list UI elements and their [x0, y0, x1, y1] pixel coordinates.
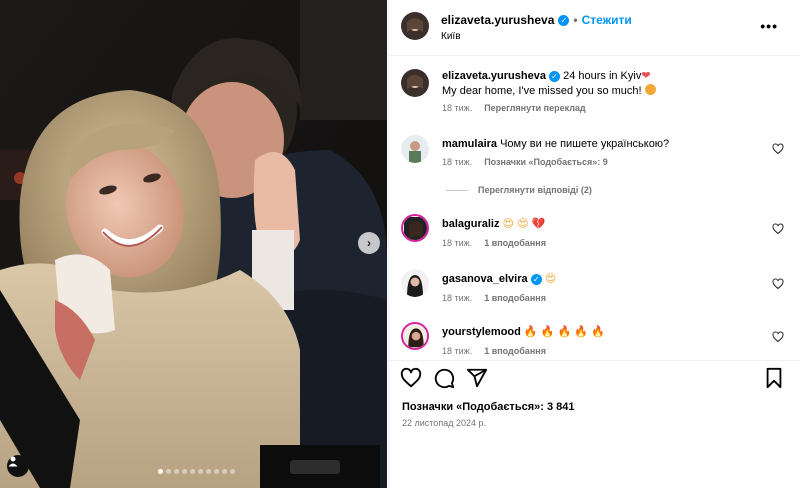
view-replies-button[interactable]: Переглянути відповіді (2): [446, 185, 592, 195]
carousel-dot: [158, 469, 163, 474]
heart-eyes-emoji: 😍: [517, 218, 529, 230]
post-header: elizaveta.yurusheva ✓ • Стежити Київ •••: [389, 0, 800, 56]
comment-likes[interactable]: Позначки «Подобається»: 9: [484, 157, 608, 167]
share-icon[interactable]: [466, 367, 488, 389]
see-translation-link[interactable]: Переглянути переклад: [484, 103, 585, 113]
caption-time: 18 тиж.: [442, 103, 473, 113]
carousel-dot: [230, 469, 235, 474]
comment-heart-icon[interactable]: [772, 331, 784, 343]
carousel-dot: [174, 469, 179, 474]
post-media[interactable]: ›: [0, 0, 387, 488]
comment-icon[interactable]: [433, 367, 455, 389]
carousel-indicator: [158, 469, 235, 474]
bookmark-icon[interactable]: [763, 367, 785, 389]
caption-line-2: My dear home, I've missed you so much!: [442, 85, 642, 97]
comments-list: elizaveta.yurusheva ✓ 24 hours in Kyiv❤ …: [389, 57, 800, 360]
carousel-next-button[interactable]: ›: [358, 232, 380, 254]
comment-time: 18 тиж.: [442, 157, 473, 167]
likes-count[interactable]: Позначки «Подобається»: 3 841: [402, 401, 574, 413]
commenter-avatar[interactable]: [401, 322, 429, 350]
comment-heart-icon[interactable]: [772, 278, 784, 290]
comment-username[interactable]: gasanova_elvira: [442, 273, 528, 285]
chevron-right-icon: ›: [367, 236, 371, 250]
fire-emoji: 🔥: [574, 326, 588, 338]
verified-icon: ✓: [549, 71, 561, 82]
fire-emoji: 🔥: [590, 326, 605, 338]
action-bar: [389, 360, 800, 396]
author-avatar[interactable]: [401, 12, 429, 40]
face-emoji-icon: [644, 84, 656, 95]
fire-emoji: 🔥: [557, 326, 572, 338]
author-username[interactable]: elizaveta.yurusheva: [441, 13, 554, 27]
comment-time: 18 тиж.: [442, 346, 473, 356]
comment-username[interactable]: yourstylemood: [442, 326, 521, 338]
comment-time: 18 тиж.: [442, 293, 473, 303]
post-photo: [0, 0, 387, 488]
broken-heart-emoji: 💔: [531, 218, 546, 230]
view-replies-label: Переглянути відповіді (2): [478, 185, 592, 195]
comment-likes[interactable]: 1 вподобання: [484, 293, 546, 303]
fire-emoji: 🔥: [540, 326, 555, 338]
commenter-avatar[interactable]: [401, 214, 429, 242]
red-heart-emoji: ❤: [641, 70, 651, 82]
commenter-avatar[interactable]: [401, 135, 429, 163]
carousel-dot: [214, 469, 219, 474]
post-date: 22 листопад 2024 р.: [402, 418, 486, 428]
comment-username[interactable]: mamulaira: [442, 138, 497, 150]
comment-likes[interactable]: 1 вподобання: [484, 346, 546, 356]
carousel-dot: [206, 469, 211, 474]
heart-eyes-emoji: 😍: [502, 218, 514, 230]
verified-icon: ✓: [558, 14, 570, 26]
heart-eyes-emoji: 😍: [544, 273, 557, 285]
comment-likes[interactable]: 1 вподобання: [484, 238, 546, 248]
carousel-dot: [198, 469, 203, 474]
comment-time: 18 тиж.: [442, 238, 473, 248]
carousel-dot: [166, 469, 171, 474]
carousel-dot: [222, 469, 227, 474]
post-location[interactable]: Київ: [441, 31, 461, 42]
follow-button[interactable]: Стежити: [582, 13, 632, 27]
comment-username[interactable]: balaguraliz: [442, 218, 499, 230]
commenter-avatar[interactable]: [401, 269, 429, 297]
user-icon: [8, 456, 18, 467]
comment-text: Чому ви не пишете українською?: [500, 138, 670, 150]
fire-emoji: 🔥: [523, 326, 538, 338]
post-sidebar: elizaveta.yurusheva ✓ • Стежити Київ •••…: [388, 0, 800, 488]
caption-text: 24 hours in Kyiv: [563, 70, 642, 82]
heart-icon[interactable]: [400, 367, 422, 389]
verified-icon: ✓: [530, 274, 542, 285]
user-tags-button[interactable]: [7, 455, 29, 477]
carousel-dot: [190, 469, 195, 474]
carousel-dot: [182, 469, 187, 474]
comment-heart-icon[interactable]: [772, 223, 784, 235]
comment-heart-icon[interactable]: [772, 143, 784, 155]
replies-divider: [446, 189, 468, 191]
caption-username[interactable]: elizaveta.yurusheva: [442, 70, 546, 82]
caption-avatar[interactable]: [401, 69, 429, 97]
more-options-icon[interactable]: •••: [760, 18, 778, 34]
separator-dot: •: [573, 13, 578, 27]
